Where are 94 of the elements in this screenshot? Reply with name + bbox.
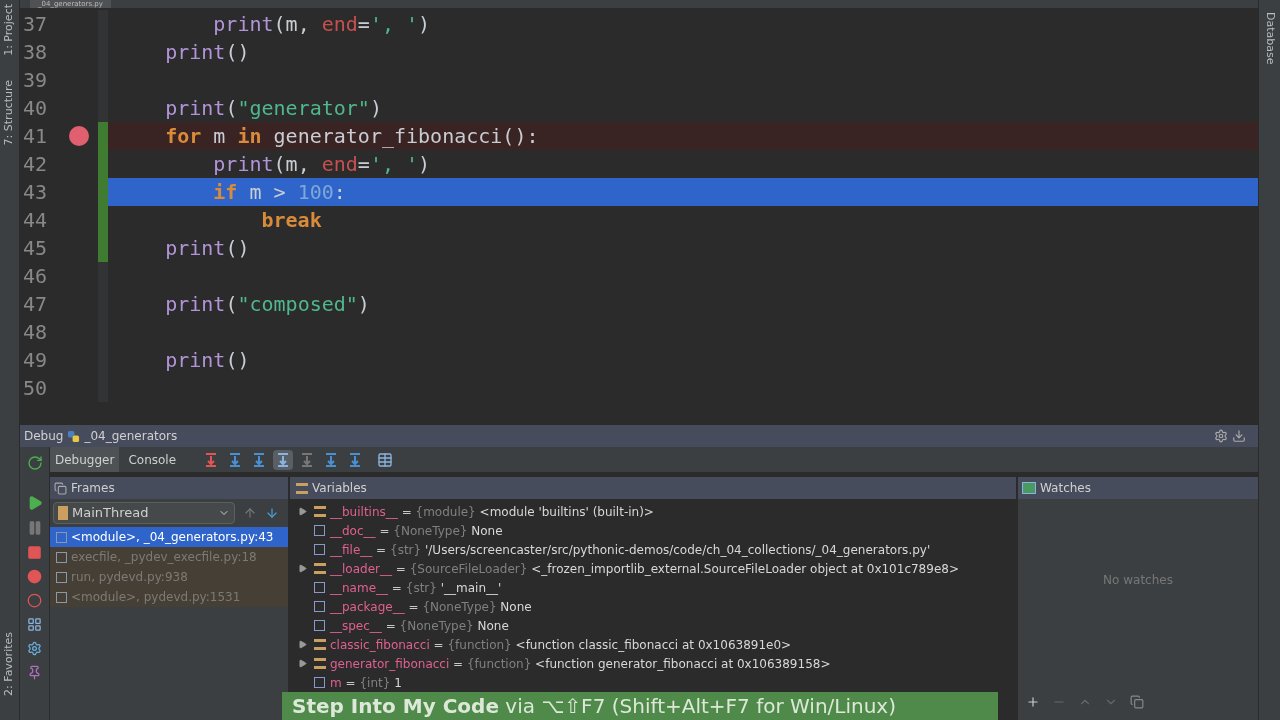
object-icon (314, 639, 326, 650)
add-icon[interactable] (1026, 695, 1040, 709)
expand-icon[interactable] (297, 564, 307, 573)
evaluate-icon[interactable] (377, 451, 394, 468)
code-line: print() (164, 235, 251, 262)
variable-row[interactable]: classic_fibonacci = {function} <function classic_fibonacci at 0x1063891e0> (290, 635, 1016, 654)
primitive-icon (314, 544, 325, 555)
frames-icon (54, 481, 67, 495)
line-number: 48 (22, 319, 49, 346)
debug-label: Debug (24, 428, 64, 445)
thread-dropdown[interactable]: MainThread (53, 502, 235, 524)
code-line: print("composed") (164, 291, 371, 318)
breakpoints-icon[interactable] (27, 569, 42, 584)
debug-tab[interactable]: Console (123, 447, 182, 472)
line-number: 40 (22, 95, 49, 122)
line-number: 38 (22, 39, 49, 66)
pin-icon[interactable] (27, 665, 42, 680)
frame-item[interactable]: <module>, _04_generators.py:43 (50, 527, 288, 547)
frame-label: <module>, _04_generators.py:43 (71, 529, 274, 546)
line-number: 45 (22, 235, 49, 262)
line-number: 43 (22, 179, 49, 206)
stop-icon[interactable] (27, 545, 42, 560)
mute-breakpoints-icon[interactable] (27, 593, 42, 608)
frame-label: run, pydevd.py:938 (71, 569, 188, 586)
primitive-icon (314, 620, 325, 631)
object-icon (314, 658, 326, 669)
line-number: 49 (22, 347, 49, 374)
primitive-icon (314, 525, 325, 536)
code-line: print() (164, 347, 251, 374)
frame-label: <module>, pydevd.py:1531 (71, 589, 241, 606)
rerun-icon[interactable] (26, 455, 43, 471)
code-line: print(m, end=', ') (212, 151, 432, 178)
variables-title: Variables (312, 480, 367, 497)
tool-window-tab[interactable]: Database (1261, 12, 1278, 65)
variable-row[interactable]: __name__ = {str} '__main__' (290, 578, 1016, 597)
code-line: print() (164, 39, 251, 66)
variable-row[interactable]: __builtins__ = {module} <module 'builtins' (built-in)> (290, 502, 1016, 521)
settings-icon[interactable] (27, 641, 42, 656)
breakpoint-icon[interactable] (69, 126, 89, 146)
variable-text: __spec__ = {NoneType} None (330, 617, 509, 635)
frames-title: Frames (71, 480, 115, 497)
variable-text: __doc__ = {NoneType} None (330, 522, 503, 540)
object-icon (314, 506, 326, 517)
line-number: 50 (22, 375, 49, 402)
tool-window-tab[interactable]: 2: Favorites (1, 632, 18, 696)
settings-icon[interactable] (1214, 429, 1228, 443)
step-icon[interactable] (273, 449, 294, 470)
line-number: 44 (22, 207, 49, 234)
variable-text: generator_fibonacci = {function} <function generator_fibonacci at 0x106389158> (330, 655, 831, 673)
primitive-icon (314, 582, 325, 593)
variable-text: __file__ = {str} '/Users/screencaster/src/pythonic-demos/code/ch_04_collections/_04_generators.py' (330, 541, 931, 559)
frame-icon (56, 591, 67, 603)
code-line: break (260, 207, 323, 234)
line-number: 41 (22, 123, 49, 150)
variable-text: __name__ = {str} '__main__' (330, 579, 502, 597)
debug-tab[interactable]: Debugger (50, 447, 120, 472)
tool-window-tab[interactable]: 1: Project (1, 4, 18, 56)
variable-row[interactable]: m = {int} 1 (290, 673, 1016, 692)
watches-icon (1022, 482, 1036, 494)
variable-text: classic_fibonacci = {function} <function classic_fibonacci at 0x1063891e0> (330, 636, 792, 654)
variable-text: __package__ = {NoneType} None (330, 598, 532, 616)
frame-icon (56, 551, 67, 563)
variable-row[interactable]: __package__ = {NoneType} None (290, 597, 1016, 616)
variable-row[interactable]: __spec__ = {NoneType} None (290, 616, 1016, 635)
line-number: 42 (22, 151, 49, 178)
frame-label: execfile, _pydev_execfile.py:18 (71, 549, 257, 566)
variable-row[interactable]: __loader__ = {SourceFileLoader} <_frozen_importlib_external.SourceFileLoader object at 0x101c789e8> (290, 559, 1016, 578)
empty-watches-text: No watches (1103, 572, 1173, 589)
primitive-icon (314, 677, 325, 688)
primitive-icon (314, 601, 325, 612)
run-config-name: _04_generators (84, 428, 178, 445)
variable-text: __loader__ = {SourceFileLoader} <_frozen_importlib_external.SourceFileLoader object at 0x101c789e8> (330, 560, 959, 578)
variable-row[interactable]: __file__ = {str} '/Users/screencaster/src/pythonic-demos/code/ch_04_collections/_04_generators.py' (290, 540, 1016, 559)
code-line: print(m, end=', ') (212, 11, 432, 38)
variable-row[interactable]: __doc__ = {NoneType} None (290, 521, 1016, 540)
expand-icon[interactable] (297, 507, 307, 516)
line-number: 39 (22, 67, 49, 94)
line-number: 37 (22, 11, 49, 38)
tool-window-tab[interactable]: 7: Structure (1, 79, 18, 146)
object-icon (314, 563, 326, 574)
watches-title: Watches (1040, 480, 1091, 497)
frame-icon (56, 531, 67, 543)
copy-icon[interactable] (1130, 695, 1144, 709)
line-number: 47 (22, 291, 49, 318)
variable-text: m = {int} 1 (330, 674, 402, 692)
down-arrow-icon[interactable] (265, 506, 279, 520)
variable-row[interactable]: generator_fibonacci = {function} <function generator_fibonacci at 0x106389158> (290, 654, 1016, 673)
code-line: print("generator") (164, 95, 383, 122)
tip-text: Step Into My Code via ⌥⇧F7 (Shift+Alt+F7 for Win/Linux) (292, 693, 896, 720)
python-icon (67, 429, 81, 443)
line-number: 46 (22, 263, 49, 290)
variable-text: __builtins__ = {module} <module 'builtins' (built-in)> (330, 503, 654, 521)
variables-icon (296, 482, 308, 494)
frame-icon (56, 571, 67, 583)
